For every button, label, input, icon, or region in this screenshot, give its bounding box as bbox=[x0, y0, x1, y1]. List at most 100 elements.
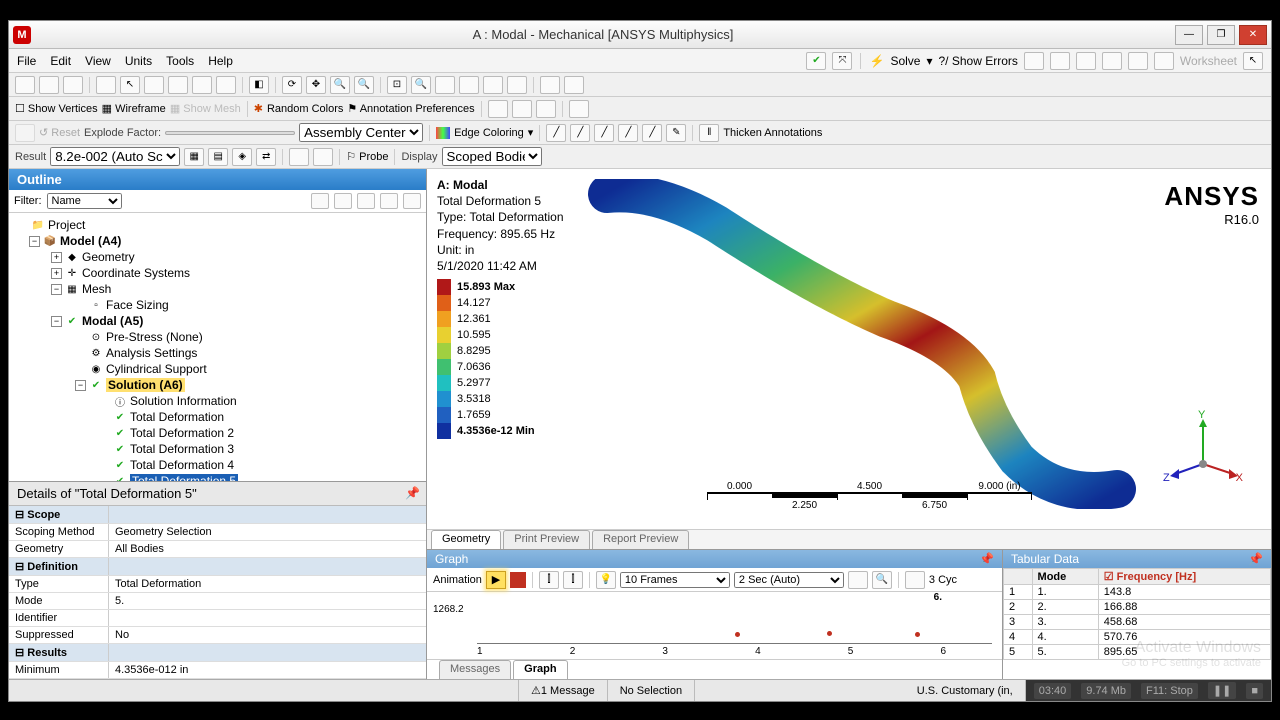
prop-scoping-method[interactable]: Geometry Selection bbox=[109, 524, 426, 540]
nav-icon-4[interactable] bbox=[96, 76, 116, 94]
tabular-pin-icon[interactable]: 📌 bbox=[1248, 552, 1263, 566]
status-stop-icon[interactable]: ■ bbox=[1246, 683, 1263, 699]
explode-slider[interactable] bbox=[165, 131, 295, 135]
res-icon-1[interactable]: ▦ bbox=[184, 148, 204, 166]
edge-icon-3[interactable]: ╱ bbox=[594, 124, 614, 142]
menu-edit[interactable]: Edit bbox=[50, 54, 71, 68]
minimize-button[interactable]: — bbox=[1175, 25, 1203, 45]
menu-tools[interactable]: Tools bbox=[166, 54, 194, 68]
nav-icon-1[interactable] bbox=[15, 76, 35, 94]
menu-units[interactable]: Units bbox=[125, 54, 152, 68]
tree-solution[interactable]: Solution (A6) bbox=[106, 378, 185, 392]
misc-icon-3[interactable] bbox=[536, 100, 556, 118]
res-icon-3[interactable]: ◈ bbox=[232, 148, 252, 166]
pan-icon[interactable]: ✥ bbox=[306, 76, 326, 94]
anim-icon-2[interactable]: ⫿ bbox=[563, 571, 583, 589]
filter-icon-3[interactable] bbox=[357, 193, 375, 209]
rotate-icon[interactable]: ⟳ bbox=[282, 76, 302, 94]
check-icon[interactable]: ✔ bbox=[806, 52, 826, 70]
result-scale-select[interactable]: 8.2e-002 (Auto Scale) bbox=[50, 147, 180, 166]
menu-help[interactable]: Help bbox=[208, 54, 233, 68]
anim-icon-1[interactable]: ⫿ bbox=[539, 571, 559, 589]
assembly-select[interactable]: Assembly Center bbox=[299, 123, 423, 142]
explode-icon[interactable] bbox=[15, 124, 35, 142]
res-icon-4[interactable]: ⇄ bbox=[256, 148, 276, 166]
nav-icon-3[interactable] bbox=[63, 76, 83, 94]
tree-project[interactable]: Project bbox=[48, 218, 85, 232]
play-button[interactable]: ▶ bbox=[486, 571, 506, 589]
zoom-in-icon[interactable]: 🔍 bbox=[330, 76, 350, 94]
prop-mode[interactable]: 5. bbox=[109, 593, 426, 609]
edge-icon-4[interactable]: ╱ bbox=[618, 124, 638, 142]
filter-icon-4[interactable] bbox=[380, 193, 398, 209]
status-fps[interactable]: F11: Stop bbox=[1141, 683, 1198, 699]
tree-coords[interactable]: Coordinate Systems bbox=[82, 266, 190, 280]
edge-icon-5[interactable]: ╱ bbox=[642, 124, 662, 142]
pin-icon[interactable]: 📌 bbox=[405, 486, 420, 500]
filter-select[interactable]: Name bbox=[47, 193, 122, 209]
tb-icon-6[interactable] bbox=[1154, 52, 1174, 70]
status-pause-icon[interactable]: ❚❚ bbox=[1208, 682, 1236, 699]
solve-button[interactable]: Solve bbox=[890, 54, 920, 68]
tree-analysis[interactable]: Analysis Settings bbox=[106, 346, 197, 360]
outline-tree[interactable]: 📁Project −📦Model (A4) +◆Geometry +✛Coord… bbox=[9, 213, 426, 481]
worksheet-button[interactable]: Worksheet bbox=[1180, 54, 1237, 68]
misc-icon-1[interactable] bbox=[488, 100, 508, 118]
bulb-icon[interactable]: 💡 bbox=[596, 571, 616, 589]
tree-td4[interactable]: Total Deformation 4 bbox=[130, 458, 234, 472]
edge-icon-1[interactable]: ╱ bbox=[546, 124, 566, 142]
tb-icon-1[interactable] bbox=[1024, 52, 1044, 70]
frames-select[interactable]: 10 Frames bbox=[620, 572, 730, 588]
tb-icon-3[interactable] bbox=[1076, 52, 1096, 70]
nav-icon-7[interactable] bbox=[192, 76, 212, 94]
wireframe-toggle[interactable]: ▦ Wireframe bbox=[102, 102, 166, 115]
tree-face-sizing[interactable]: Face Sizing bbox=[106, 298, 169, 312]
view-icon-6[interactable] bbox=[564, 76, 584, 94]
random-colors-button[interactable]: Random Colors bbox=[267, 103, 343, 115]
annotation-prefs-button[interactable]: ⚑ Annotation Preferences bbox=[347, 102, 474, 115]
cube-icon[interactable]: ◧ bbox=[249, 76, 269, 94]
nav-icon-6[interactable] bbox=[168, 76, 188, 94]
res-icon-6[interactable] bbox=[313, 148, 333, 166]
show-errors-button[interactable]: ?/ Show Errors bbox=[939, 54, 1018, 68]
tabular-table[interactable]: Mode☑ Frequency [Hz] 11.143.822.166.8833… bbox=[1003, 568, 1271, 660]
tree-model[interactable]: Model (A4) bbox=[60, 234, 121, 248]
geometry-viewport[interactable]: A: Modal Total Deformation 5 Type: Total… bbox=[427, 169, 1271, 529]
graph-body[interactable]: 1268.2 6. 1 2 3 4 5 6 bbox=[427, 592, 1002, 659]
filter-icon-1[interactable] bbox=[311, 193, 329, 209]
misc-icon-4[interactable] bbox=[569, 100, 589, 118]
tab-messages[interactable]: Messages bbox=[439, 660, 511, 679]
anim-zoom-icon[interactable]: 🔍 bbox=[872, 571, 892, 589]
anim-icon-4[interactable] bbox=[905, 571, 925, 589]
filter-icon-5[interactable] bbox=[403, 193, 421, 209]
prop-geometry[interactable]: All Bodies bbox=[109, 541, 426, 557]
arrows-icon[interactable]: ⤧ bbox=[832, 52, 852, 70]
duration-select[interactable]: 2 Sec (Auto) bbox=[734, 572, 844, 588]
zoom-box-icon[interactable]: 🔍 bbox=[411, 76, 431, 94]
res-icon-5[interactable] bbox=[289, 148, 309, 166]
filter-icon-2[interactable] bbox=[334, 193, 352, 209]
view-icon-3[interactable] bbox=[483, 76, 503, 94]
cursor-icon[interactable]: ↖ bbox=[1243, 52, 1263, 70]
probe-button[interactable]: ⚐ Probe bbox=[346, 150, 388, 163]
tree-geometry[interactable]: Geometry bbox=[82, 250, 135, 264]
edge-icon-6[interactable]: ✎ bbox=[666, 124, 686, 142]
thicken-icon[interactable]: ‖ bbox=[699, 124, 719, 142]
prop-suppressed[interactable]: No bbox=[109, 627, 426, 643]
graph-pin-icon[interactable]: 📌 bbox=[979, 552, 994, 566]
prop-identifier[interactable] bbox=[109, 610, 426, 626]
prop-type[interactable]: Total Deformation bbox=[109, 576, 426, 592]
edge-coloring-button[interactable]: Edge Coloring bbox=[454, 127, 524, 139]
maximize-button[interactable]: ❐ bbox=[1207, 25, 1235, 45]
zoom-out-icon[interactable]: 🔍 bbox=[354, 76, 374, 94]
edge-icon-2[interactable]: ╱ bbox=[570, 124, 590, 142]
stop-button[interactable] bbox=[510, 572, 526, 588]
view-icon-2[interactable] bbox=[459, 76, 479, 94]
display-select[interactable]: Scoped Bodies bbox=[442, 147, 542, 166]
tab-print-preview[interactable]: Print Preview bbox=[503, 530, 590, 549]
res-icon-2[interactable]: ▤ bbox=[208, 148, 228, 166]
misc-icon-2[interactable] bbox=[512, 100, 532, 118]
nav-icon-8[interactable] bbox=[216, 76, 236, 94]
status-units[interactable]: U.S. Customary (in, bbox=[905, 680, 1026, 701]
tree-mesh[interactable]: Mesh bbox=[82, 282, 111, 296]
